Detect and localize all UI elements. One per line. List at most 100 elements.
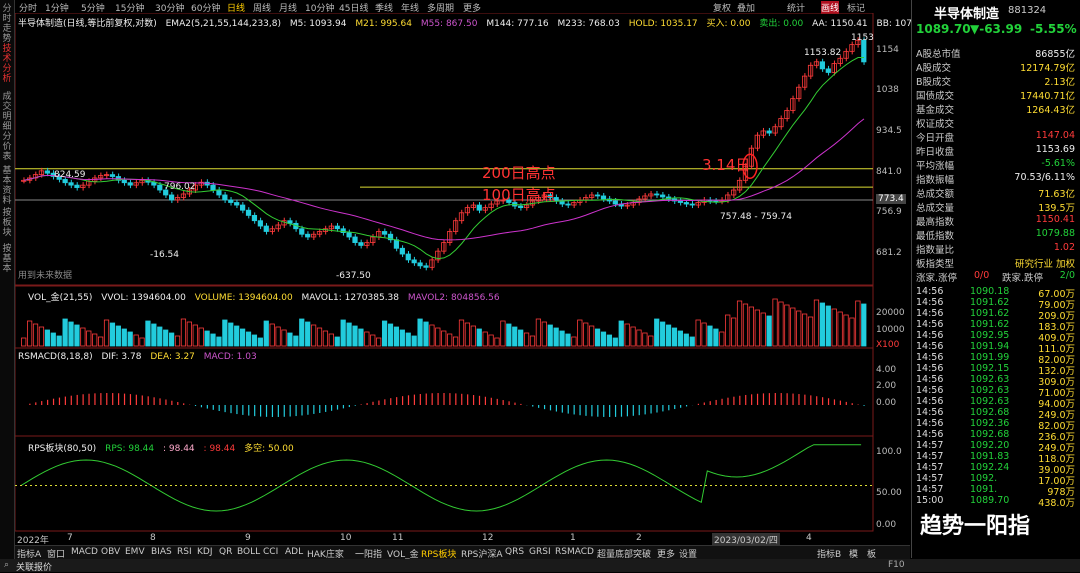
candle-body: [381, 231, 388, 235]
trade-row: 14:56 1092.68 236.0万: [912, 429, 1080, 443]
trade-time: 14:56: [916, 286, 944, 297]
candle-body: [305, 233, 311, 238]
trade-row: 14:56 1091.62 79.00万: [912, 297, 1080, 311]
trade-price: 1092.24: [970, 462, 1010, 473]
mid-range-label: 757.48 - 759.74: [720, 212, 792, 222]
trade-time: 14:56: [916, 352, 944, 363]
tab-macd[interactable]: MACD: [71, 547, 98, 557]
volume-bar: [594, 328, 601, 347]
volume-bar: [606, 334, 613, 347]
vtab-technical[interactable]: 技术分析: [1, 44, 13, 84]
volume-bar: [837, 311, 843, 347]
price-tick: 841.0: [876, 167, 902, 177]
volume-bar: [600, 331, 607, 347]
trade-time: 14:56: [916, 396, 944, 407]
chart-area[interactable]: [15, 13, 910, 545]
volume-bar: [642, 332, 648, 347]
volume-bar: [358, 328, 364, 347]
trade-time: 14:56: [916, 363, 944, 374]
trade-row: 14:57 1092.20 249.0万: [912, 440, 1080, 454]
volume-bar: [731, 317, 737, 347]
trade-time: 14:57: [916, 473, 944, 484]
volume-bar: [139, 337, 145, 347]
tab-boll[interactable]: BOLL: [237, 547, 260, 557]
volume-bar: [736, 300, 743, 347]
price-tick: 1154: [876, 45, 899, 55]
tab-grsi[interactable]: GRSI: [529, 547, 551, 557]
volume-bar: [115, 325, 121, 347]
stat-row: 总成交量 139.5万: [912, 200, 1080, 214]
trade-time: 15:00: [916, 495, 944, 506]
volume-bar: [251, 334, 258, 347]
f10-label[interactable]: F10: [888, 560, 905, 570]
stat-value: 1264.43亿: [1026, 105, 1075, 116]
vol-title: VOL_金(21,55): [28, 293, 93, 303]
volume-bar: [287, 332, 293, 347]
volume-bar: [571, 336, 577, 347]
stat-row: A股成交 12174.79亿: [912, 60, 1080, 74]
top-tick-label: 1153: [851, 33, 874, 43]
trade-time: 14:56: [916, 429, 944, 440]
volume-bar: [671, 327, 678, 347]
trade-price: 1091.: [970, 484, 998, 495]
price-tick-current: 773.4: [876, 194, 906, 204]
volume-bar: [470, 325, 476, 347]
trade-row: 14:56 1092.68 249.0万: [912, 407, 1080, 421]
tab-rsi[interactable]: RSI: [177, 547, 192, 557]
macd-legend: RSMACD(8,18,8) DIF: 3.78 DEA: 3.27 MACD:…: [18, 352, 263, 362]
duo-value: 多空: 50.00: [244, 444, 294, 454]
volume-bar: [441, 330, 447, 347]
stat-label: 平均涨幅: [916, 161, 955, 172]
volume-bar: [340, 319, 346, 347]
stat-row: 权证成交: [912, 116, 1080, 130]
volume-bar: [174, 335, 181, 347]
status-text[interactable]: 关联报价: [16, 560, 52, 573]
candle-body: [660, 194, 666, 198]
tab-cci[interactable]: CCI: [263, 547, 278, 557]
volume-bar: [299, 318, 305, 347]
volume-bar: [257, 337, 263, 347]
vtab-price-table[interactable]: 分价表: [1, 132, 13, 162]
tab-rsmacd[interactable]: RSMACD: [555, 547, 594, 557]
stat-label: 总成交量: [916, 203, 955, 214]
stat-label: 基金成交: [916, 105, 955, 116]
search-icon[interactable]: ⌕: [4, 560, 9, 570]
vtab-trades[interactable]: 成交明细: [1, 92, 13, 132]
stat-label: 总成交额: [916, 189, 955, 200]
volume-bar: [198, 327, 204, 347]
stat-row: 最低指数 1079.88: [912, 228, 1080, 242]
rps-v2: : 98.44: [203, 444, 236, 454]
volume-bar: [464, 322, 471, 347]
volume-bar: [74, 324, 80, 347]
volume-bar: [222, 319, 228, 347]
trade-price: 1091.62: [970, 308, 1010, 319]
volume-bar: [589, 325, 595, 347]
tab-qrs[interactable]: QRS: [505, 547, 524, 557]
volume-bar: [766, 315, 772, 347]
tab-emv[interactable]: EMV: [125, 547, 145, 557]
rps-value: RPS: 98.44: [105, 444, 155, 454]
trade-price: 1092.68: [970, 407, 1010, 418]
tab-bias[interactable]: BIAS: [151, 547, 172, 557]
stat-row: 指数振幅 70.53/6.11%: [912, 172, 1080, 186]
trade-price: 1092.36: [970, 418, 1010, 429]
trade-price: 1092.63: [970, 374, 1010, 385]
vtab-intraday[interactable]: 分时走势: [1, 4, 13, 44]
stat-value: 12174.79亿: [1020, 63, 1075, 74]
period-toolbar: 分时 1分钟 5分钟 15分钟 30分钟 60分钟 日线 周线 月线 10分钟 …: [15, 0, 910, 14]
volume-bar: [760, 312, 766, 347]
volume-bar: [683, 333, 689, 347]
vtab-sector[interactable]: 按板块: [1, 208, 13, 238]
tab-qr[interactable]: QR: [219, 547, 232, 557]
vtab-fundamental[interactable]: 按基本: [1, 244, 13, 274]
tab-adl[interactable]: ADL: [285, 547, 303, 557]
tab-obv[interactable]: OBV: [101, 547, 120, 557]
volume-bar: [275, 326, 281, 347]
candle-body: [476, 204, 482, 211]
volume-bar: [476, 328, 482, 347]
x-tick: 11: [392, 533, 404, 543]
stat-value: 17440.71亿: [1020, 91, 1075, 102]
vtab-basics[interactable]: 基本资料: [1, 166, 13, 206]
tab-kdj[interactable]: KDJ: [197, 547, 213, 557]
trade-row: 14:56 1090.18 67.00万: [912, 286, 1080, 300]
